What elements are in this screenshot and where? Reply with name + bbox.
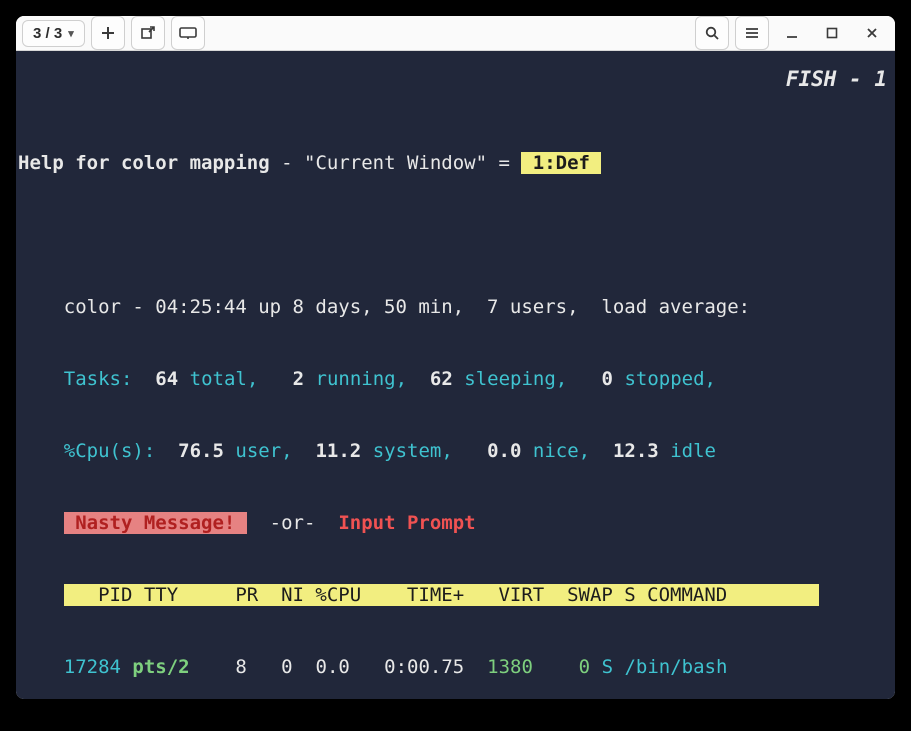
- minimize-button[interactable]: [775, 16, 809, 50]
- broadcast-icon: [179, 26, 197, 40]
- terminal-viewport[interactable]: FISH - 1 Help for color mapping - "Curre…: [16, 51, 895, 699]
- minimize-icon: [785, 26, 799, 40]
- tab-counter-label: 3 / 3: [33, 25, 62, 42]
- new-tab-button[interactable]: [91, 16, 125, 50]
- broadcast-button[interactable]: [171, 16, 205, 50]
- menu-button[interactable]: [735, 16, 769, 50]
- maximize-icon: [825, 26, 839, 40]
- plus-icon: [100, 25, 116, 41]
- hamburger-icon: [744, 25, 760, 41]
- help-title: Help for color mapping: [18, 152, 270, 174]
- chevron-down-icon: ▾: [68, 27, 74, 40]
- column-header: PID TTY PR NI %CPU TIME+ VIRT SWAP S COM…: [64, 584, 819, 606]
- search-button[interactable]: [695, 16, 729, 50]
- close-button[interactable]: [855, 16, 889, 50]
- new-window-icon: [140, 25, 156, 41]
- maximize-button[interactable]: [815, 16, 849, 50]
- titlebar: 3 / 3 ▾: [16, 16, 895, 51]
- session-label: FISH - 1: [786, 67, 887, 91]
- new-window-button[interactable]: [131, 16, 165, 50]
- tab-counter-button[interactable]: 3 / 3 ▾: [22, 20, 85, 47]
- close-icon: [865, 26, 879, 40]
- task-row: 17284 pts/2 8 0 0.0 0:00.75 1380 0 S /bi…: [18, 655, 893, 679]
- terminal-window: 3 / 3 ▾ FISH - 1 Help for color: [16, 16, 895, 699]
- current-window-badge: 1:Def: [521, 152, 601, 174]
- nasty-message-badge: Nasty Message!: [64, 512, 247, 534]
- search-icon: [704, 25, 720, 41]
- input-prompt-label: Input Prompt: [338, 512, 475, 534]
- uptime-line: color - 04:25:44 up 8 days, 50 min, 7 us…: [18, 295, 893, 319]
